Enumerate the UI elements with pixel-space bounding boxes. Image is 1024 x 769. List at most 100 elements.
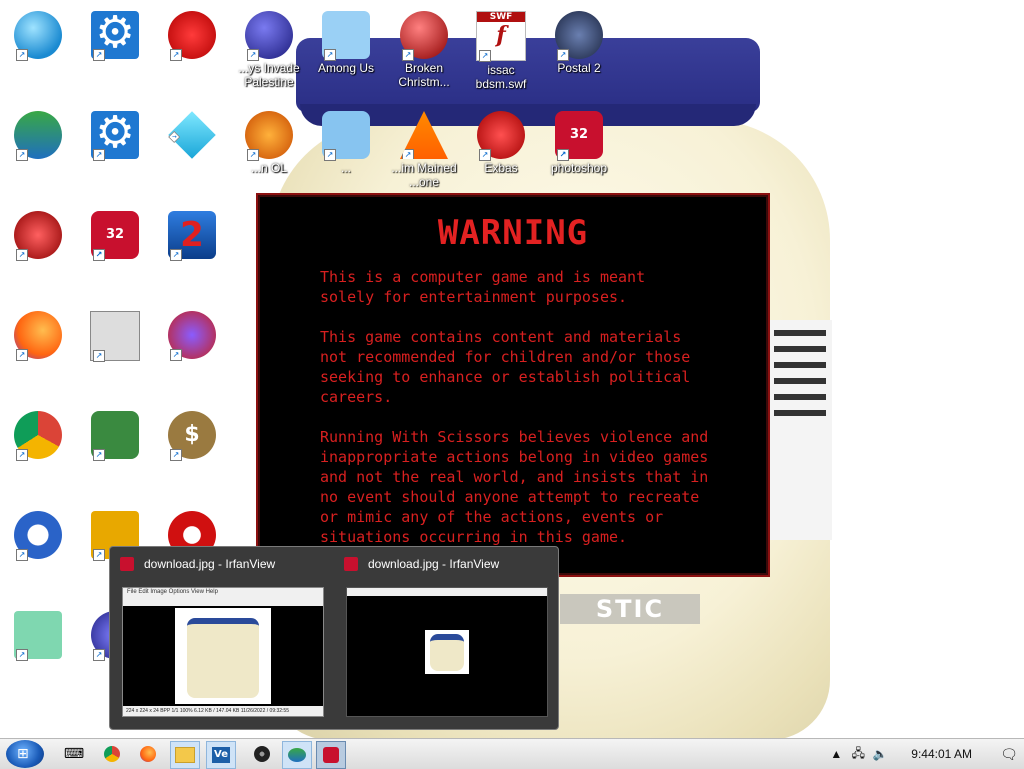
jar-nutrition-label <box>765 320 832 540</box>
shortcut-arrow-icon: ↗ <box>16 649 28 661</box>
desktop-icon-issac-swf[interactable]: SWF f ↗ issac bdsm.swf <box>463 5 539 105</box>
system-tray: ▲ 🖧 🔈 9:44:01 AM 🗨 <box>825 739 1024 769</box>
firefox-icon[interactable] <box>134 741 162 767</box>
thumbnail-menubar <box>347 588 547 596</box>
shortcut-arrow-icon: ↗ <box>93 649 105 661</box>
obama-icon: ↗ <box>14 511 62 561</box>
gem-icon: ↗ <box>168 111 216 159</box>
desktop-icon-label: issac bdsm.swf <box>475 63 527 91</box>
shortcut-arrow-icon: ↗ <box>16 49 28 61</box>
shortcut-arrow-icon: ↗ <box>16 249 28 261</box>
volume-icon[interactable]: 🔈 <box>871 747 889 761</box>
desktop-icon-ornament-palestine[interactable]: ↗ ...ys Invade Palestine <box>231 5 307 105</box>
firefox-icon: ↗ <box>14 311 62 361</box>
thumbnail-image <box>175 608 271 704</box>
shortcut-arrow-icon: ↗ <box>93 549 105 561</box>
idm-icon[interactable] <box>282 741 312 769</box>
desktop-icon-idm[interactable]: ↗ <box>0 105 76 205</box>
shortcut-arrow-icon: ↗ <box>402 149 414 159</box>
shortcut-arrow-icon: ↗ <box>93 49 105 61</box>
gear-icon: ↗ <box>91 107 139 161</box>
desktop-icon-sprite[interactable]: ↗ <box>77 305 153 405</box>
desktop-icon-money[interactable]: $ ↗ <box>154 405 230 505</box>
shortcut-arrow-icon: ↗ <box>324 149 336 161</box>
desktop-icon-hero[interactable]: ↗ <box>77 405 153 505</box>
desktop-icon-broken-christmas[interactable]: ↗ Broken Christm... <box>386 5 462 105</box>
shortcut-arrow-icon: ↗ <box>402 49 414 61</box>
window-thumbnail-1[interactable]: download.jpg - IrfanView File Edit Image… <box>110 547 334 729</box>
show-hidden-icons-chevron-icon[interactable]: ▲ <box>827 747 845 761</box>
shortcut-arrow-icon: ↗ <box>93 350 105 362</box>
folder-app-icon: ↗ <box>322 11 370 61</box>
desktop-icon-label: Postal 2 <box>557 61 601 75</box>
gear-icon: ↗ <box>91 7 139 61</box>
keyboard-icon[interactable]: ⌨ <box>60 741 88 767</box>
desktop-icon-label: ...im Mained ...one <box>391 161 457 189</box>
shortcut-arrow-icon: ↗ <box>170 449 182 461</box>
hero-icon: ↗ <box>91 411 139 461</box>
postal-warning-window[interactable]: WARNING This is a computer game and is m… <box>256 193 770 577</box>
window-thumbnail-2[interactable]: download.jpg - IrfanView <box>334 547 558 729</box>
desktop-icon-notepad[interactable]: ↗ <box>0 605 76 705</box>
thumbnail-title: download.jpg - IrfanView <box>144 557 276 571</box>
thumbnail-statusbar: 224 x 224 x 24 BPP 1/1 100% 6.12 KB / 14… <box>123 706 323 716</box>
desktop-icon-firefox-desk[interactable]: ↗ <box>0 305 76 405</box>
file-explorer-icon[interactable] <box>170 741 200 769</box>
ornament-red-icon: ↗ <box>400 11 448 61</box>
vlc-icon: ↗ <box>400 111 448 159</box>
desktop-icon-gem-circle[interactable]: ↗ <box>154 305 230 405</box>
chrome-icon[interactable] <box>98 741 126 767</box>
irfanview-taskbar-button[interactable] <box>316 741 346 769</box>
clock[interactable]: 9:44:01 AM <box>911 747 972 761</box>
monitor-icon: ↗ <box>14 11 62 61</box>
warning-paragraph-2: This game contains content and materials… <box>320 328 691 406</box>
irfanview-icon <box>120 557 134 571</box>
shortcut-arrow-icon: ↗ <box>479 50 491 62</box>
desktop-icon-label: Exbas <box>484 161 518 175</box>
desktop-icon-settings-1[interactable]: ↗ <box>77 5 153 105</box>
desktop-icon-monitor[interactable]: ↗ <box>0 5 76 105</box>
desktop-icon-among-us[interactable]: ↗ Among Us <box>308 5 384 105</box>
desktop-icon-red-fuzzy[interactable]: ↗ <box>154 5 230 105</box>
desktop-icon-recycle[interactable]: ↗ <box>0 205 76 305</box>
shortcut-arrow-icon: ↗ <box>93 249 105 261</box>
shortcut-arrow-icon: ↗ <box>557 149 569 161</box>
desktop-icon-label: Broken Christm... <box>398 61 450 89</box>
desktop-icon-postal-2[interactable]: ↗ Postal 2 <box>541 5 617 105</box>
shortcut-arrow-icon: ↗ <box>557 49 569 61</box>
fuzzy-icon: ↗ <box>168 11 216 61</box>
network-icon[interactable]: 🖧 <box>849 744 867 765</box>
chrome-icon: ↗ <box>14 411 62 461</box>
disc-app-icon[interactable] <box>248 741 276 767</box>
desktop-icon-p-icon[interactable]: ↗ ...n OL <box>231 105 307 205</box>
jar-label-text: STIC <box>560 594 700 624</box>
santa-icon: ↗ <box>477 111 525 161</box>
puzzle-icon: 32 ↗ <box>555 111 603 161</box>
desktop-icon-label: ... <box>340 161 351 175</box>
shortcut-arrow-icon: ↗ <box>479 149 491 161</box>
p-ball-icon: ↗ <box>245 111 293 161</box>
desktop-icon-exbas[interactable]: ↗ Exbas <box>463 105 539 205</box>
desktop-icon-two[interactable]: 2 ↗ <box>154 205 230 305</box>
shortcut-arrow-icon: ↗ <box>93 149 105 161</box>
desktop-icon-chrome-desk[interactable]: ↗ <box>0 405 76 505</box>
desktop-icon-photoshop[interactable]: 32 ↗ photoshop <box>541 105 617 205</box>
taskbar: ⊞ ⌨ Ve ▲ 🖧 🔈 9:44:01 AM 🗨 <box>0 738 1024 769</box>
gem-circle-icon: ↗ <box>168 311 216 361</box>
desktop-icon-vlc[interactable]: ↗ ...im Mained ...one <box>386 105 462 205</box>
desktop-icon-angry-birds[interactable]: ↗... <box>308 105 384 205</box>
desktop-icon-gem[interactable]: ↗ <box>154 105 230 205</box>
windows-logo-icon: ⊞ <box>17 746 29 762</box>
desktop-icon-puzzle-32[interactable]: 32 ↗ <box>77 205 153 305</box>
action-center-icon[interactable]: 🗨 <box>994 746 1024 763</box>
shortcut-arrow-icon: ↗ <box>16 449 28 461</box>
desktop-icon-settings-2[interactable]: ↗ <box>77 105 153 205</box>
desktop-icon-label: ...ys Invade Palestine <box>238 61 300 89</box>
ve-app-icon[interactable]: Ve <box>206 741 236 769</box>
sprite-icon: ↗ <box>90 311 140 362</box>
warning-paragraph-1: This is a computer game and is meant sol… <box>320 268 646 306</box>
start-button[interactable]: ⊞ <box>6 740 44 768</box>
shortcut-arrow-icon: ↗ <box>16 149 28 161</box>
shortcut-arrow-icon: ↗ <box>170 49 182 61</box>
desktop-icon-obama[interactable]: ↗ <box>0 505 76 605</box>
